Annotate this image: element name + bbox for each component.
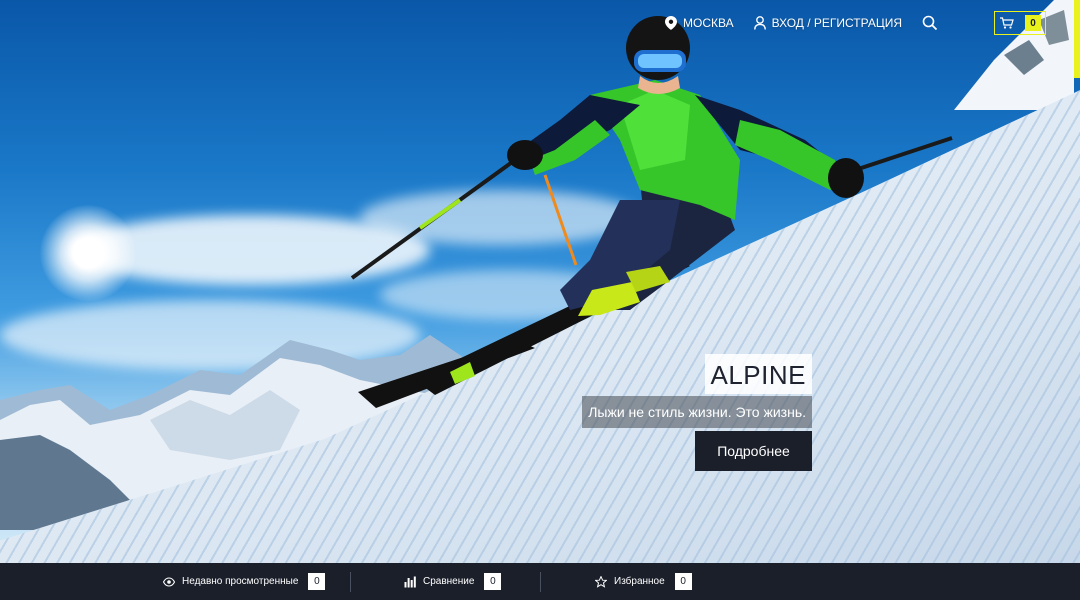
star-icon (595, 575, 607, 588)
compare-label: Сравнение (423, 576, 475, 587)
recently-viewed-label: Недавно просмотренные (182, 576, 299, 587)
bottom-bar: Недавно просмотренные 0 Сравнение 0 Избр… (0, 563, 1080, 600)
top-header: МОСКВА ВХОД / РЕГИСТРАЦИЯ 0 (645, 10, 1046, 36)
favorites-link[interactable]: Избранное 0 (595, 563, 692, 600)
compare-count: 0 (484, 573, 502, 590)
bar-chart-icon (404, 576, 416, 587)
hero-banner (0, 0, 1080, 563)
cart-button[interactable]: 0 (994, 11, 1046, 35)
compare-link[interactable]: Сравнение 0 (404, 563, 502, 600)
cart-icon (1000, 17, 1014, 29)
promo-subtitle: Лыжи не стиль жизни. Это жизнь. (582, 396, 812, 428)
edge-accent-strip (1074, 0, 1080, 78)
more-details-button[interactable]: Подробнее (695, 431, 812, 471)
divider (350, 572, 351, 592)
favorites-count: 0 (674, 573, 692, 590)
promo-block: ALPINE Лыжи не стиль жизни. Это жизнь. П… (582, 354, 812, 471)
login-link[interactable]: ВХОД / РЕГИСТРАЦИЯ (753, 16, 902, 30)
cart-count-badge: 0 (1025, 15, 1041, 31)
divider (540, 572, 541, 592)
promo-title: ALPINE (704, 354, 812, 394)
login-label: ВХОД / РЕГИСТРАЦИЯ (771, 16, 902, 30)
city-label: МОСКВА (683, 16, 734, 30)
search-icon[interactable] (922, 15, 938, 31)
recently-viewed-count: 0 (308, 573, 326, 590)
favorites-label: Избранное (614, 576, 665, 587)
recently-viewed-link[interactable]: Недавно просмотренные 0 (163, 563, 326, 600)
city-selector[interactable]: МОСКВА (665, 16, 734, 30)
location-pin-icon (665, 16, 677, 30)
user-icon (753, 16, 766, 30)
eye-icon (163, 576, 175, 587)
